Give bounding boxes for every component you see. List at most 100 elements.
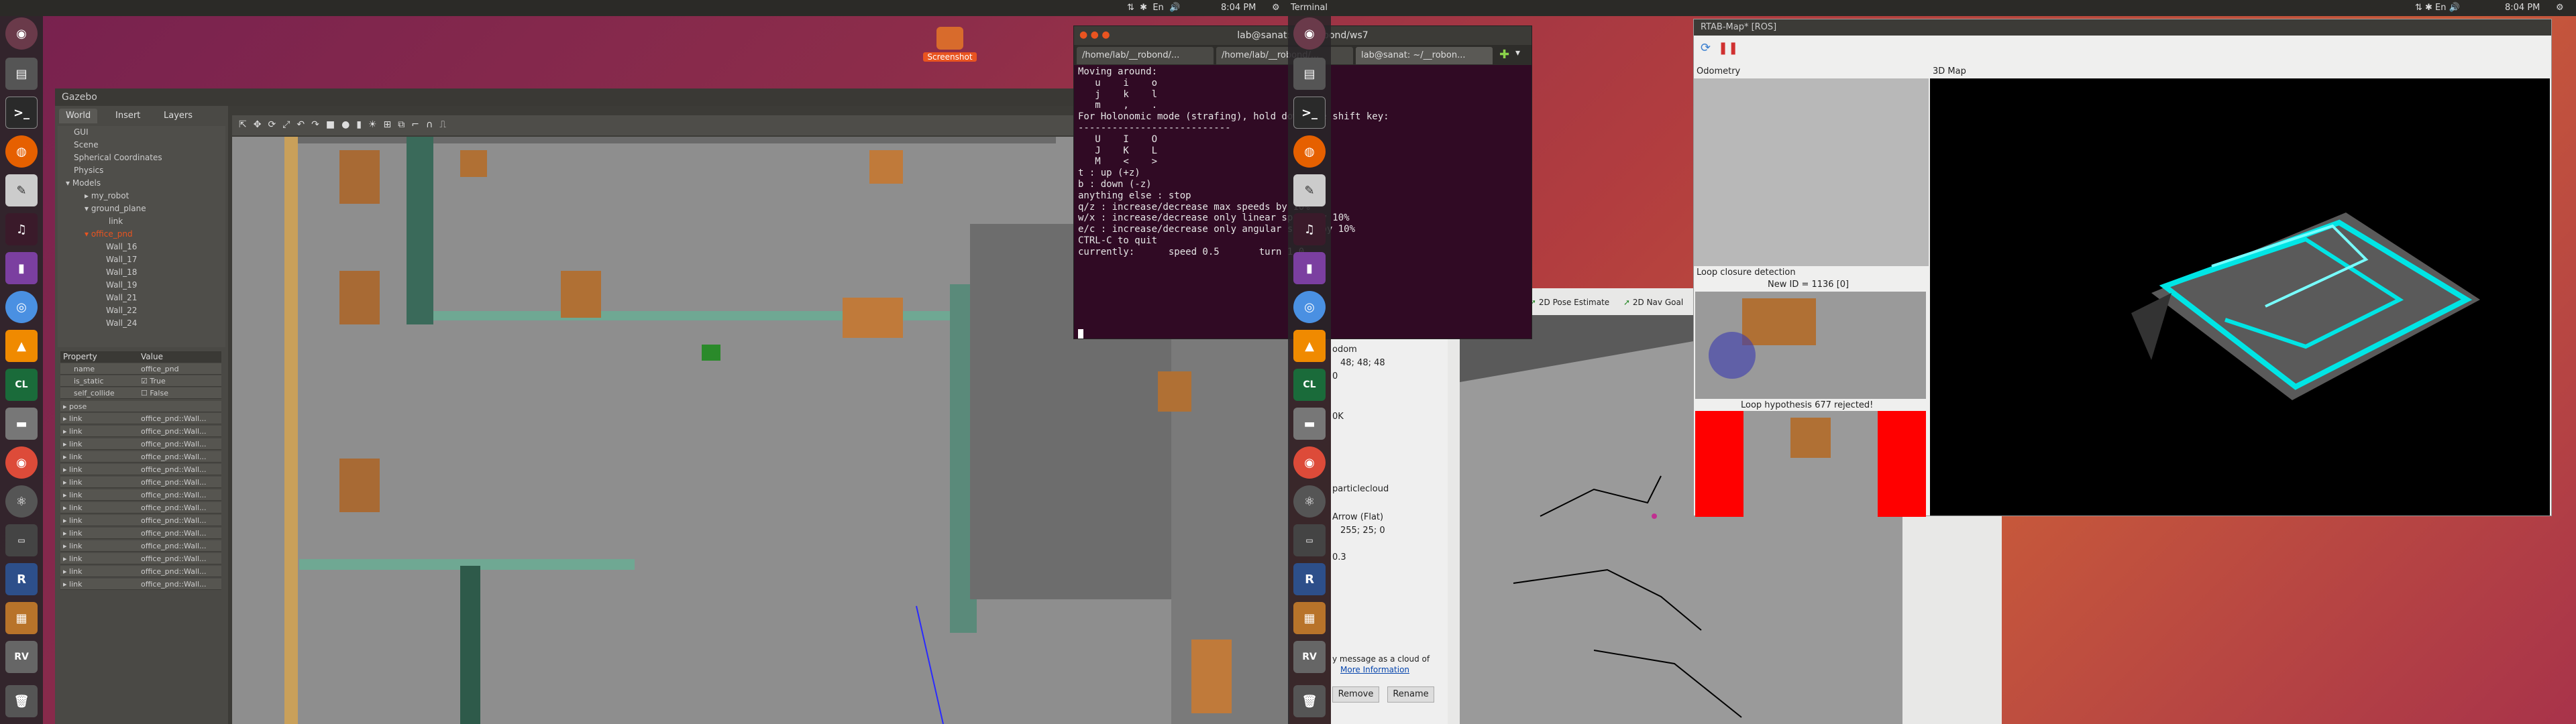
tree-item[interactable]: Wall_18	[106, 267, 137, 277]
link-row[interactable]: ▸ link office_pnd::Wall...	[60, 477, 221, 488]
gear-icon[interactable]: ⚙	[1272, 3, 1280, 13]
tab-insert[interactable]: Insert	[109, 109, 147, 123]
nav-goal-tool[interactable]: ➚ 2D Nav Goal	[1623, 298, 1683, 307]
chromium-icon[interactable]: ◎	[1293, 291, 1326, 323]
refresh-icon[interactable]: ⟳	[1701, 41, 1711, 55]
tab-menu-icon[interactable]: ▾	[1515, 48, 1520, 58]
link-row[interactable]: ▸ link office_pnd::Wall...	[60, 426, 221, 437]
link-row[interactable]: ▸ link office_pnd::Wall...	[60, 540, 221, 552]
tree-item[interactable]: Physics	[74, 166, 103, 175]
right-clock[interactable]: 8:04 PM	[2505, 3, 2540, 13]
link-row[interactable]: ▸ link office_pnd::Wall...	[60, 566, 221, 577]
display-item[interactable]: Arrow (Flat)	[1332, 512, 1383, 522]
tree-item[interactable]: link	[109, 217, 123, 226]
tree-item[interactable]: Wall_19	[106, 280, 137, 290]
link-row[interactable]: ▸ link office_pnd::Wall...	[60, 515, 221, 526]
terminal-icon[interactable]: >_	[1293, 97, 1326, 129]
app-icon[interactable]: ▮	[1293, 252, 1326, 284]
vlc-icon[interactable]: ▲	[1293, 330, 1326, 362]
terminal2-icon[interactable]: ▭	[5, 524, 38, 556]
text-editor-icon[interactable]: ✎	[5, 174, 38, 206]
remove-button[interactable]: Remove	[1332, 686, 1379, 703]
music-icon[interactable]: ♫	[5, 213, 38, 245]
terminal-tab-active[interactable]: lab@sanat: ~/__robon...	[1356, 47, 1493, 64]
tree-item[interactable]: Spherical Coordinates	[74, 153, 162, 162]
map3d-view[interactable]	[1930, 78, 2550, 516]
display-item[interactable]: particlecloud	[1332, 484, 1389, 494]
prop-row[interactable]: self_collide ☐ False	[60, 387, 221, 399]
rqt-icon[interactable]: R	[5, 563, 38, 595]
terminal-icon[interactable]: >_	[5, 97, 38, 129]
tab-layers[interactable]: Layers	[157, 109, 199, 123]
tab-world[interactable]: World	[59, 109, 98, 123]
drive-icon[interactable]: ▬	[5, 408, 38, 440]
link-row[interactable]: ▸ link office_pnd::Wall...	[60, 464, 221, 475]
rviz-icon[interactable]: RV	[1293, 641, 1326, 673]
top-indicators[interactable]: ⇅ ✱ En 🔊	[1127, 3, 1180, 13]
chromium-icon[interactable]: ◎	[5, 291, 38, 323]
atom-icon[interactable]: ⚛	[5, 485, 38, 518]
text-editor-icon[interactable]: ✎	[1293, 174, 1326, 206]
link-row[interactable]: ▸ link office_pnd::Wall...	[60, 413, 221, 424]
link-row[interactable]: ▸ link office_pnd::Wall...	[60, 438, 221, 450]
rviz-icon[interactable]: RV	[5, 641, 38, 673]
link-row[interactable]: ▸ link office_pnd::Wall...	[60, 502, 221, 514]
toolbar-icons[interactable]: ⇱✥⟳⤢↶↷■●▮☀⊞⧉⌐∩⎍	[239, 119, 453, 130]
display-item[interactable]: odom	[1332, 345, 1357, 355]
trash-icon[interactable]: 🗑	[5, 685, 38, 717]
files-icon[interactable]: ▤	[1293, 58, 1326, 90]
tree-item[interactable]: ▾ Models	[66, 178, 101, 188]
ubuntu-logo-icon[interactable]: ◉	[1293, 17, 1326, 50]
tree-item[interactable]: Wall_24	[106, 318, 137, 328]
clion-icon[interactable]: CL	[5, 369, 38, 401]
drive-icon[interactable]: ▬	[1293, 408, 1326, 440]
tree-item[interactable]: Wall_16	[106, 242, 137, 251]
new-tab-icon[interactable]: ✚	[1499, 48, 1509, 62]
tree-item[interactable]: ▸ my_robot	[85, 191, 129, 200]
link-row[interactable]: ▸ link office_pnd::Wall...	[60, 579, 221, 590]
vlc-icon[interactable]: ▲	[5, 330, 38, 362]
right-indicators[interactable]: ⇅ ✱ En 🔊	[2415, 3, 2460, 13]
tree-item[interactable]: Wall_17	[106, 255, 137, 264]
chrome-icon[interactable]: ◉	[1293, 446, 1326, 479]
terminal2-icon[interactable]: ▭	[1293, 524, 1326, 556]
desktop-screenshot-icon[interactable]: Screenshot	[923, 27, 977, 74]
tree-item[interactable]: GUI	[74, 127, 89, 137]
loop-closure-label: Loop closure detection	[1697, 267, 1796, 278]
box-icon[interactable]: ▦	[1293, 602, 1326, 634]
pose-estimate-tool[interactable]: ➚ 2D Pose Estimate	[1529, 298, 1609, 307]
prop-row[interactable]: is_static ☑ True	[60, 375, 221, 387]
firefox-icon[interactable]: ◍	[1293, 135, 1326, 168]
link-row[interactable]: ▸ link office_pnd::Wall...	[60, 553, 221, 564]
pause-icon[interactable]: ❚❚	[1718, 41, 1738, 55]
app-icon[interactable]: ▮	[5, 252, 38, 284]
link-row[interactable]: ▸ link office_pnd::Wall...	[60, 489, 221, 501]
map3d-label: 3D Map	[1933, 66, 1966, 76]
tree-item[interactable]: Wall_22	[106, 306, 137, 315]
ubuntu-logo-icon[interactable]: ◉	[5, 17, 38, 50]
prop-row[interactable]: ▸ pose	[60, 401, 221, 412]
display-hint: y message as a cloud of	[1332, 654, 1430, 664]
terminal-tab[interactable]: /home/lab/__robond/...	[1077, 47, 1214, 64]
rqt-icon[interactable]: R	[1293, 563, 1326, 595]
tree-item[interactable]: Wall_21	[106, 293, 137, 302]
link-row[interactable]: ▸ link office_pnd::Wall...	[60, 528, 221, 539]
more-info-link[interactable]: More Information	[1340, 665, 1409, 674]
power-gear-icon[interactable]: ⚙	[2556, 3, 2564, 13]
terminal-tab[interactable]: /home/lab/__robond/...	[1216, 47, 1353, 64]
tree-item[interactable]: Scene	[74, 140, 99, 149]
tree-item[interactable]: ▾ ground_plane	[85, 204, 146, 213]
clock[interactable]: 8:04 PM	[1221, 3, 1256, 13]
firefox-icon[interactable]: ◍	[5, 135, 38, 168]
box-icon[interactable]: ▦	[5, 602, 38, 634]
files-icon[interactable]: ▤	[5, 58, 38, 90]
atom-icon[interactable]: ⚛	[1293, 485, 1326, 518]
trash-icon[interactable]: 🗑	[1293, 685, 1326, 717]
chrome-icon[interactable]: ◉	[5, 446, 38, 479]
rename-button[interactable]: Rename	[1387, 686, 1434, 703]
clion-icon[interactable]: CL	[1293, 369, 1326, 401]
music-icon[interactable]: ♫	[1293, 213, 1326, 245]
window-controls-icon[interactable]: ● ● ●	[1079, 29, 1110, 40]
link-row[interactable]: ▸ link office_pnd::Wall...	[60, 451, 221, 463]
tree-item-selected[interactable]: ▾ office_pnd	[85, 229, 133, 239]
